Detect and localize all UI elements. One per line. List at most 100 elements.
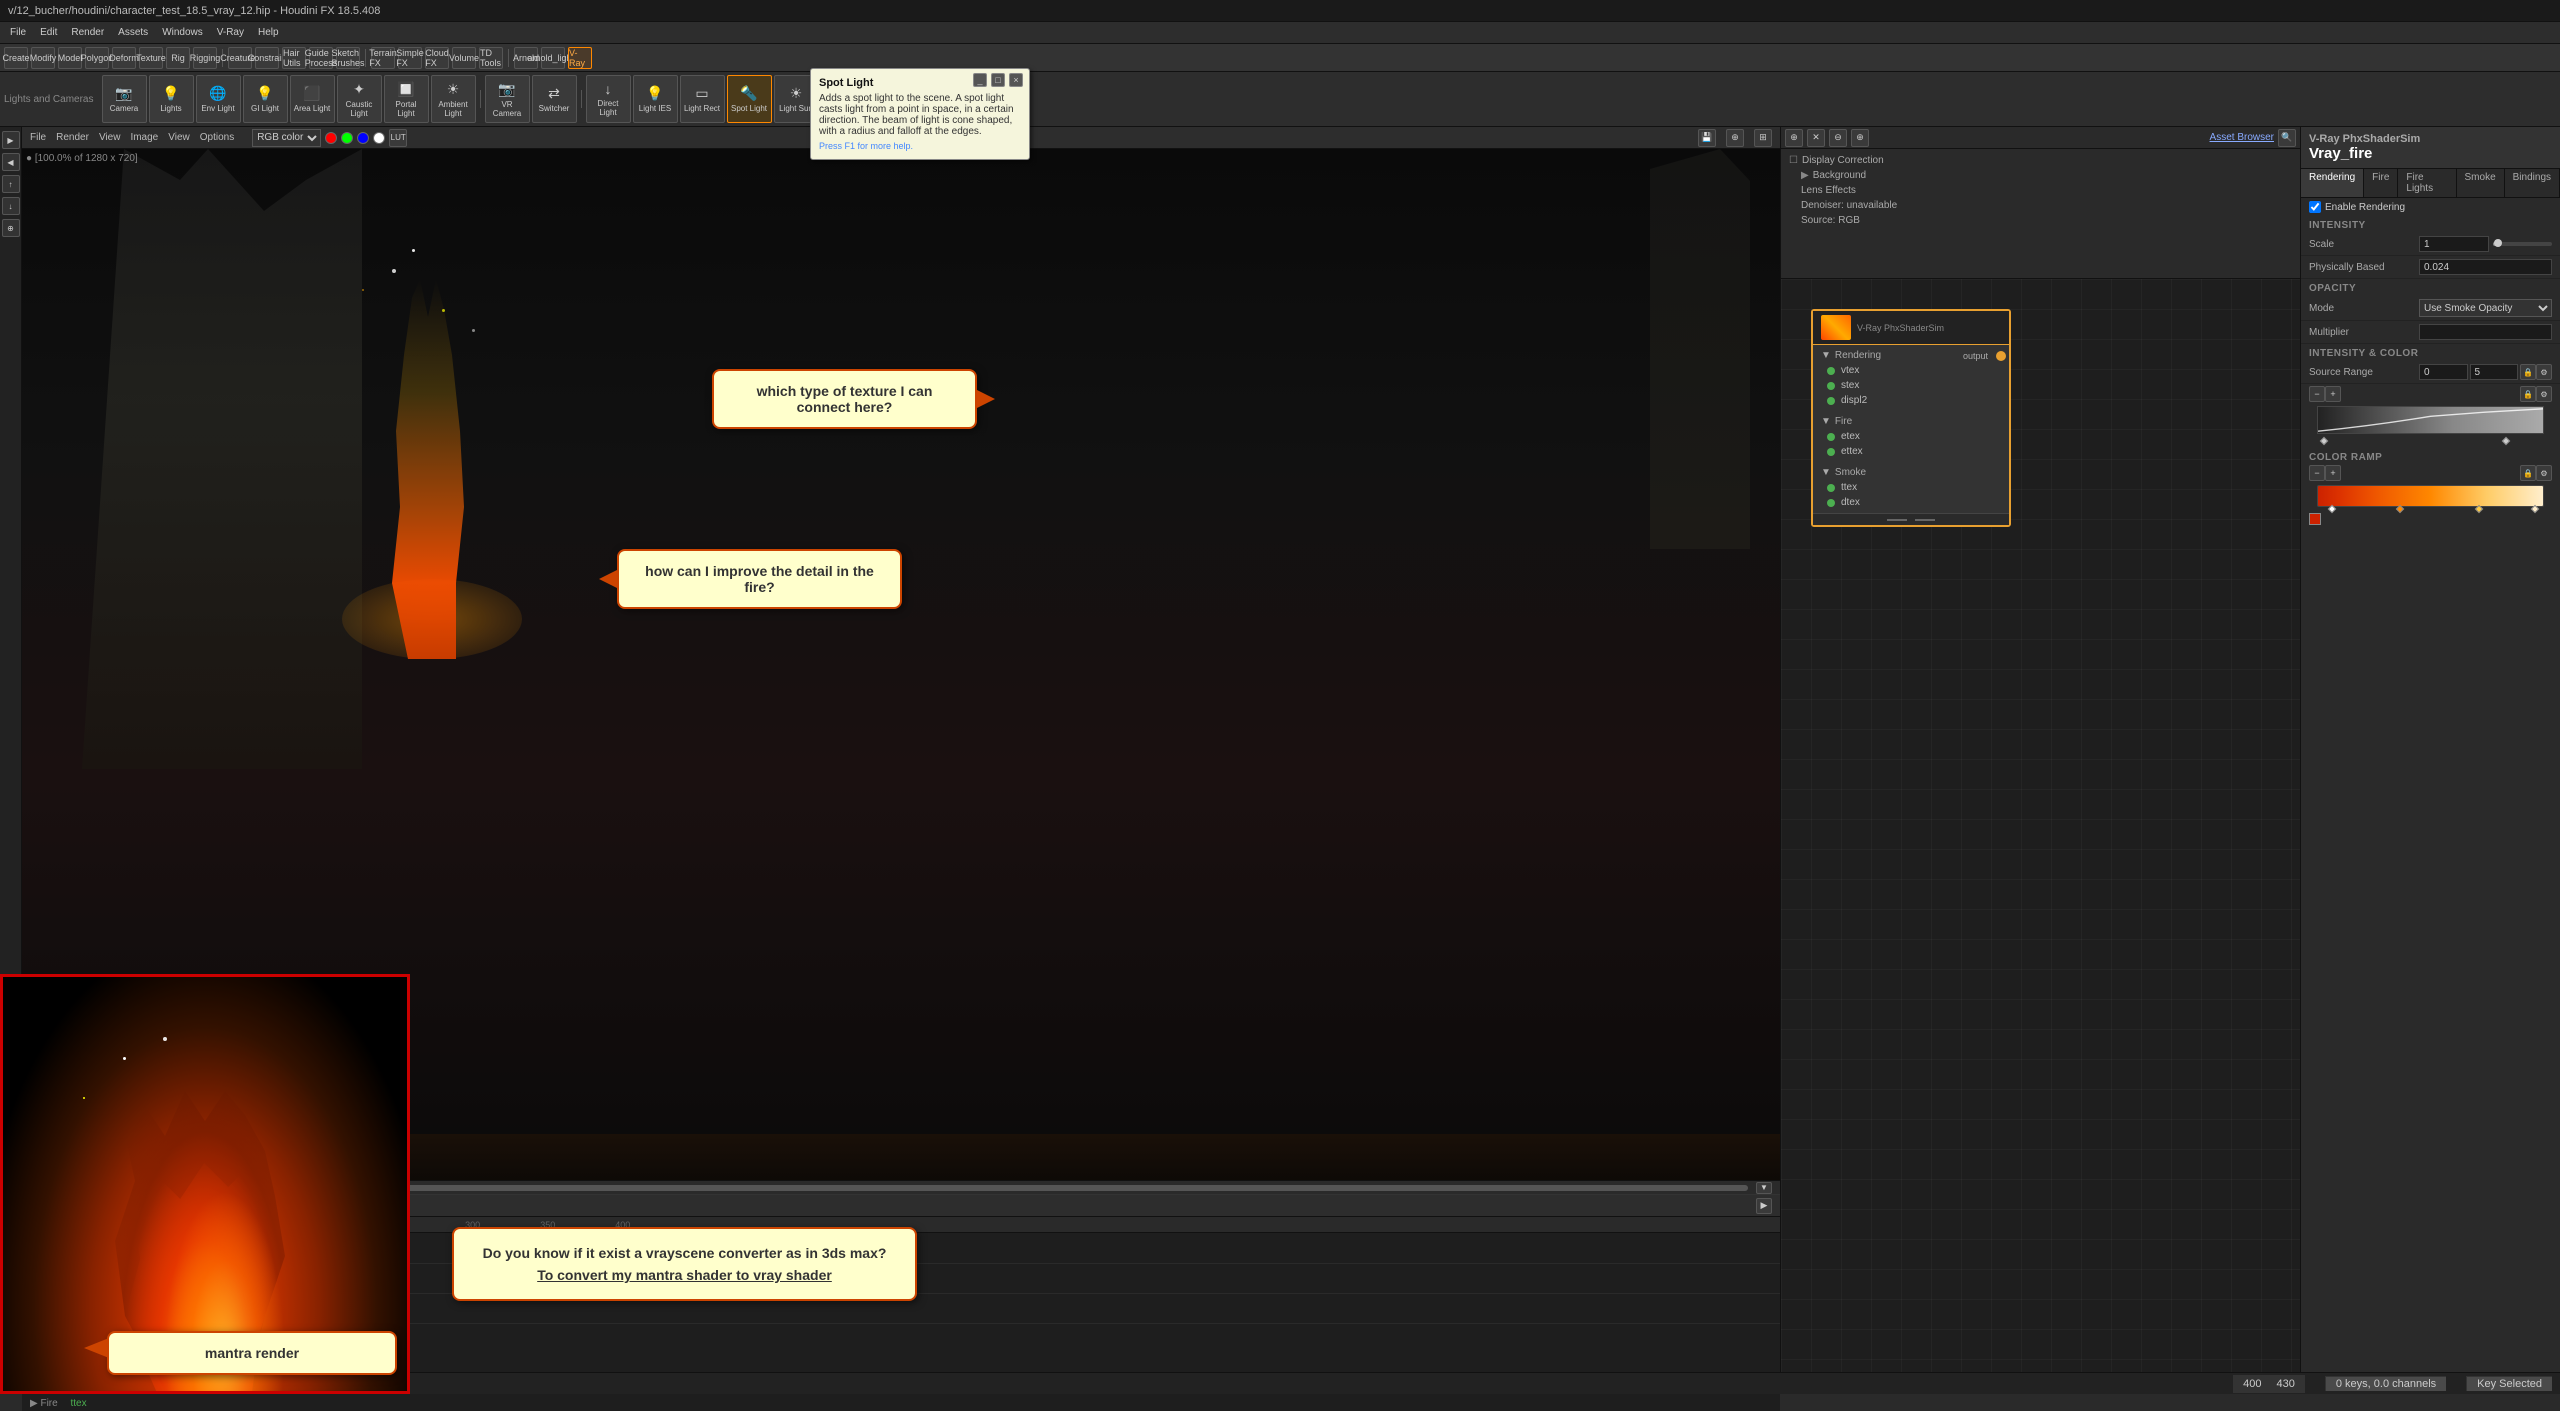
menu-edit[interactable]: Edit <box>34 26 63 39</box>
menu-assets[interactable]: Assets <box>112 26 154 39</box>
menu-render[interactable]: Render <box>65 26 110 39</box>
intensity-ramp-plus[interactable]: + <box>2325 386 2341 402</box>
deform-btn[interactable]: Deform <box>112 47 136 69</box>
env-light-btn[interactable]: 🌐 Env Light <box>196 75 241 123</box>
td-tools-btn[interactable]: TD Tools <box>479 47 503 69</box>
port-vtex[interactable]: vtex <box>1813 363 2009 378</box>
color-ramp-display[interactable] <box>2317 485 2544 507</box>
lut-btn[interactable]: LUT <box>389 129 407 147</box>
scale-slider[interactable] <box>2493 242 2553 246</box>
area-light-btn[interactable]: ⬛ Area Light <box>290 75 335 123</box>
menu-vray[interactable]: V-Ray <box>211 26 250 39</box>
scale-slider-thumb[interactable] <box>2494 239 2502 247</box>
constrain-btn[interactable]: Constrain <box>255 47 279 69</box>
port-displ2[interactable]: displ2 <box>1813 393 2009 408</box>
physically-based-input[interactable] <box>2419 259 2552 275</box>
port-dtex[interactable]: dtex <box>1813 495 2009 510</box>
cr-plus[interactable]: + <box>2325 465 2341 481</box>
tab-smoke[interactable]: Smoke <box>2457 169 2505 197</box>
tree-display-correction[interactable]: ☐ Display Correction <box>1781 153 2300 168</box>
green-dot[interactable] <box>341 132 353 144</box>
vp-menu-image[interactable]: Image <box>130 132 158 143</box>
ir-lock[interactable]: 🔒 <box>2520 386 2536 402</box>
port-etex[interactable]: etex <box>1813 429 2009 444</box>
vp-menu-options[interactable]: Options <box>200 132 234 143</box>
vray-phxshadersim-node[interactable]: V-Ray PhxShaderSim ▼ Rendering output <box>1811 309 2011 527</box>
ramp-marker-2[interactable] <box>2502 437 2510 445</box>
menu-windows[interactable]: Windows <box>156 26 209 39</box>
tab-bindings[interactable]: Bindings <box>2505 169 2560 197</box>
volume-btn[interactable]: Volume <box>452 47 476 69</box>
vp-menu-view2[interactable]: View <box>168 132 190 143</box>
vp-grid-btn[interactable]: ⊞ <box>1754 129 1772 147</box>
node-editor[interactable]: V-Ray PhxShaderSim ▼ Rendering output <box>1781 279 2300 1394</box>
menu-file[interactable]: File <box>4 26 32 39</box>
terrain-fx-btn[interactable]: Terrain FX <box>371 47 395 69</box>
rp-search[interactable]: 🔍 <box>2278 129 2296 147</box>
camera-btn[interactable]: 📷 Camera <box>102 75 147 123</box>
rig-btn[interactable]: Rig <box>166 47 190 69</box>
tab-rendering[interactable]: Rendering <box>2301 169 2364 197</box>
guide-process-btn[interactable]: Guide Process <box>309 47 333 69</box>
side-icon-5[interactable]: ⊕ <box>2 219 20 237</box>
create-btn[interactable]: Create <box>4 47 28 69</box>
spot-light-btn[interactable]: 🔦 Spot Light <box>727 75 772 123</box>
tab-fire-lights[interactable]: Fire Lights <box>2398 169 2456 197</box>
sketch-brushes-btn[interactable]: Sketch Brushes <box>336 47 360 69</box>
simple-fx-btn[interactable]: Simple FX <box>398 47 422 69</box>
port-ttex[interactable]: ttex <box>1813 480 2009 495</box>
fire-section-header[interactable]: ▼ Fire <box>1813 414 2009 429</box>
node-handle1[interactable] <box>1887 519 1907 521</box>
rigging-btn[interactable]: Rigging <box>193 47 217 69</box>
node-handle2[interactable] <box>1915 519 1935 521</box>
gi-light-btn[interactable]: 💡 GI Light <box>243 75 288 123</box>
cr-minus[interactable]: − <box>2309 465 2325 481</box>
vp-save-btn[interactable]: 💾 <box>1698 129 1716 147</box>
direct-light-btn[interactable]: ↓ Direct Light <box>586 75 631 123</box>
tooltip-maximize[interactable]: □ <box>991 73 1005 87</box>
tooltip-close[interactable]: × <box>1009 73 1023 87</box>
lights-btn[interactable]: 💡 Lights <box>149 75 194 123</box>
side-icon-1[interactable]: ▶ <box>2 131 20 149</box>
rendering-section-header[interactable]: ▼ Rendering output <box>1813 348 2009 363</box>
caustic-light-btn[interactable]: ✦ Caustic Light <box>337 75 382 123</box>
texture-btn[interactable]: Texture <box>139 47 163 69</box>
vp-menu-render[interactable]: Render <box>56 132 89 143</box>
scale-input[interactable] <box>2419 236 2489 252</box>
rp-btn1[interactable]: ⊕ <box>1785 129 1803 147</box>
cloud-fx-btn[interactable]: Cloud FX <box>425 47 449 69</box>
progress-collapse[interactable]: ▼ <box>1756 1182 1772 1194</box>
vp-menu-file[interactable]: File <box>30 132 46 143</box>
hair-utils-btn[interactable]: Hair Utils <box>282 47 306 69</box>
light-ies-btn[interactable]: 💡 Light IES <box>633 75 678 123</box>
mode-select[interactable]: Use Smoke Opacity <box>2419 299 2552 317</box>
menu-help[interactable]: Help <box>252 26 285 39</box>
multiplier-input[interactable] <box>2419 324 2552 340</box>
vp-zoom-btn[interactable]: ⊕ <box>1726 129 1744 147</box>
side-icon-4[interactable]: ↓ <box>2 197 20 215</box>
portal-light-btn[interactable]: 🔲 Portal Light <box>384 75 429 123</box>
port-ettex[interactable]: ettex <box>1813 444 2009 459</box>
source-range-max[interactable] <box>2470 364 2519 380</box>
asset-browser-link[interactable]: Asset Browser <box>2210 132 2274 143</box>
tree-source[interactable]: Source: RGB <box>1781 213 2300 228</box>
intensity-ramp-minus[interactable]: − <box>2309 386 2325 402</box>
model-btn[interactable]: Model <box>58 47 82 69</box>
modify-btn[interactable]: Modify <box>31 47 55 69</box>
ramp-marker-1[interactable] <box>2320 437 2328 445</box>
ambient-light-btn[interactable]: ☀ Ambient Light <box>431 75 476 123</box>
vp-menu-view[interactable]: View <box>99 132 121 143</box>
rp-btn4[interactable]: ⊕ <box>1851 129 1869 147</box>
vr-camera-btn[interactable]: 📷 VR Camera <box>485 75 530 123</box>
polygon-btn[interactable]: Polygon <box>85 47 109 69</box>
red-dot[interactable] <box>325 132 337 144</box>
blue-dot[interactable] <box>357 132 369 144</box>
cr-settings[interactable]: ⚙ <box>2536 465 2552 481</box>
smoke-section-header[interactable]: ▼ Smoke <box>1813 465 2009 480</box>
tree-denoiser[interactable]: Denoiser: unavailable <box>1781 198 2300 213</box>
tree-background[interactable]: ▶ Background <box>1781 168 2300 183</box>
side-icon-3[interactable]: ↑ <box>2 175 20 193</box>
source-range-lock[interactable]: 🔒 <box>2520 364 2536 380</box>
switcher-btn[interactable]: ⇄ Switcher <box>532 75 577 123</box>
source-range-settings[interactable]: ⚙ <box>2536 364 2552 380</box>
